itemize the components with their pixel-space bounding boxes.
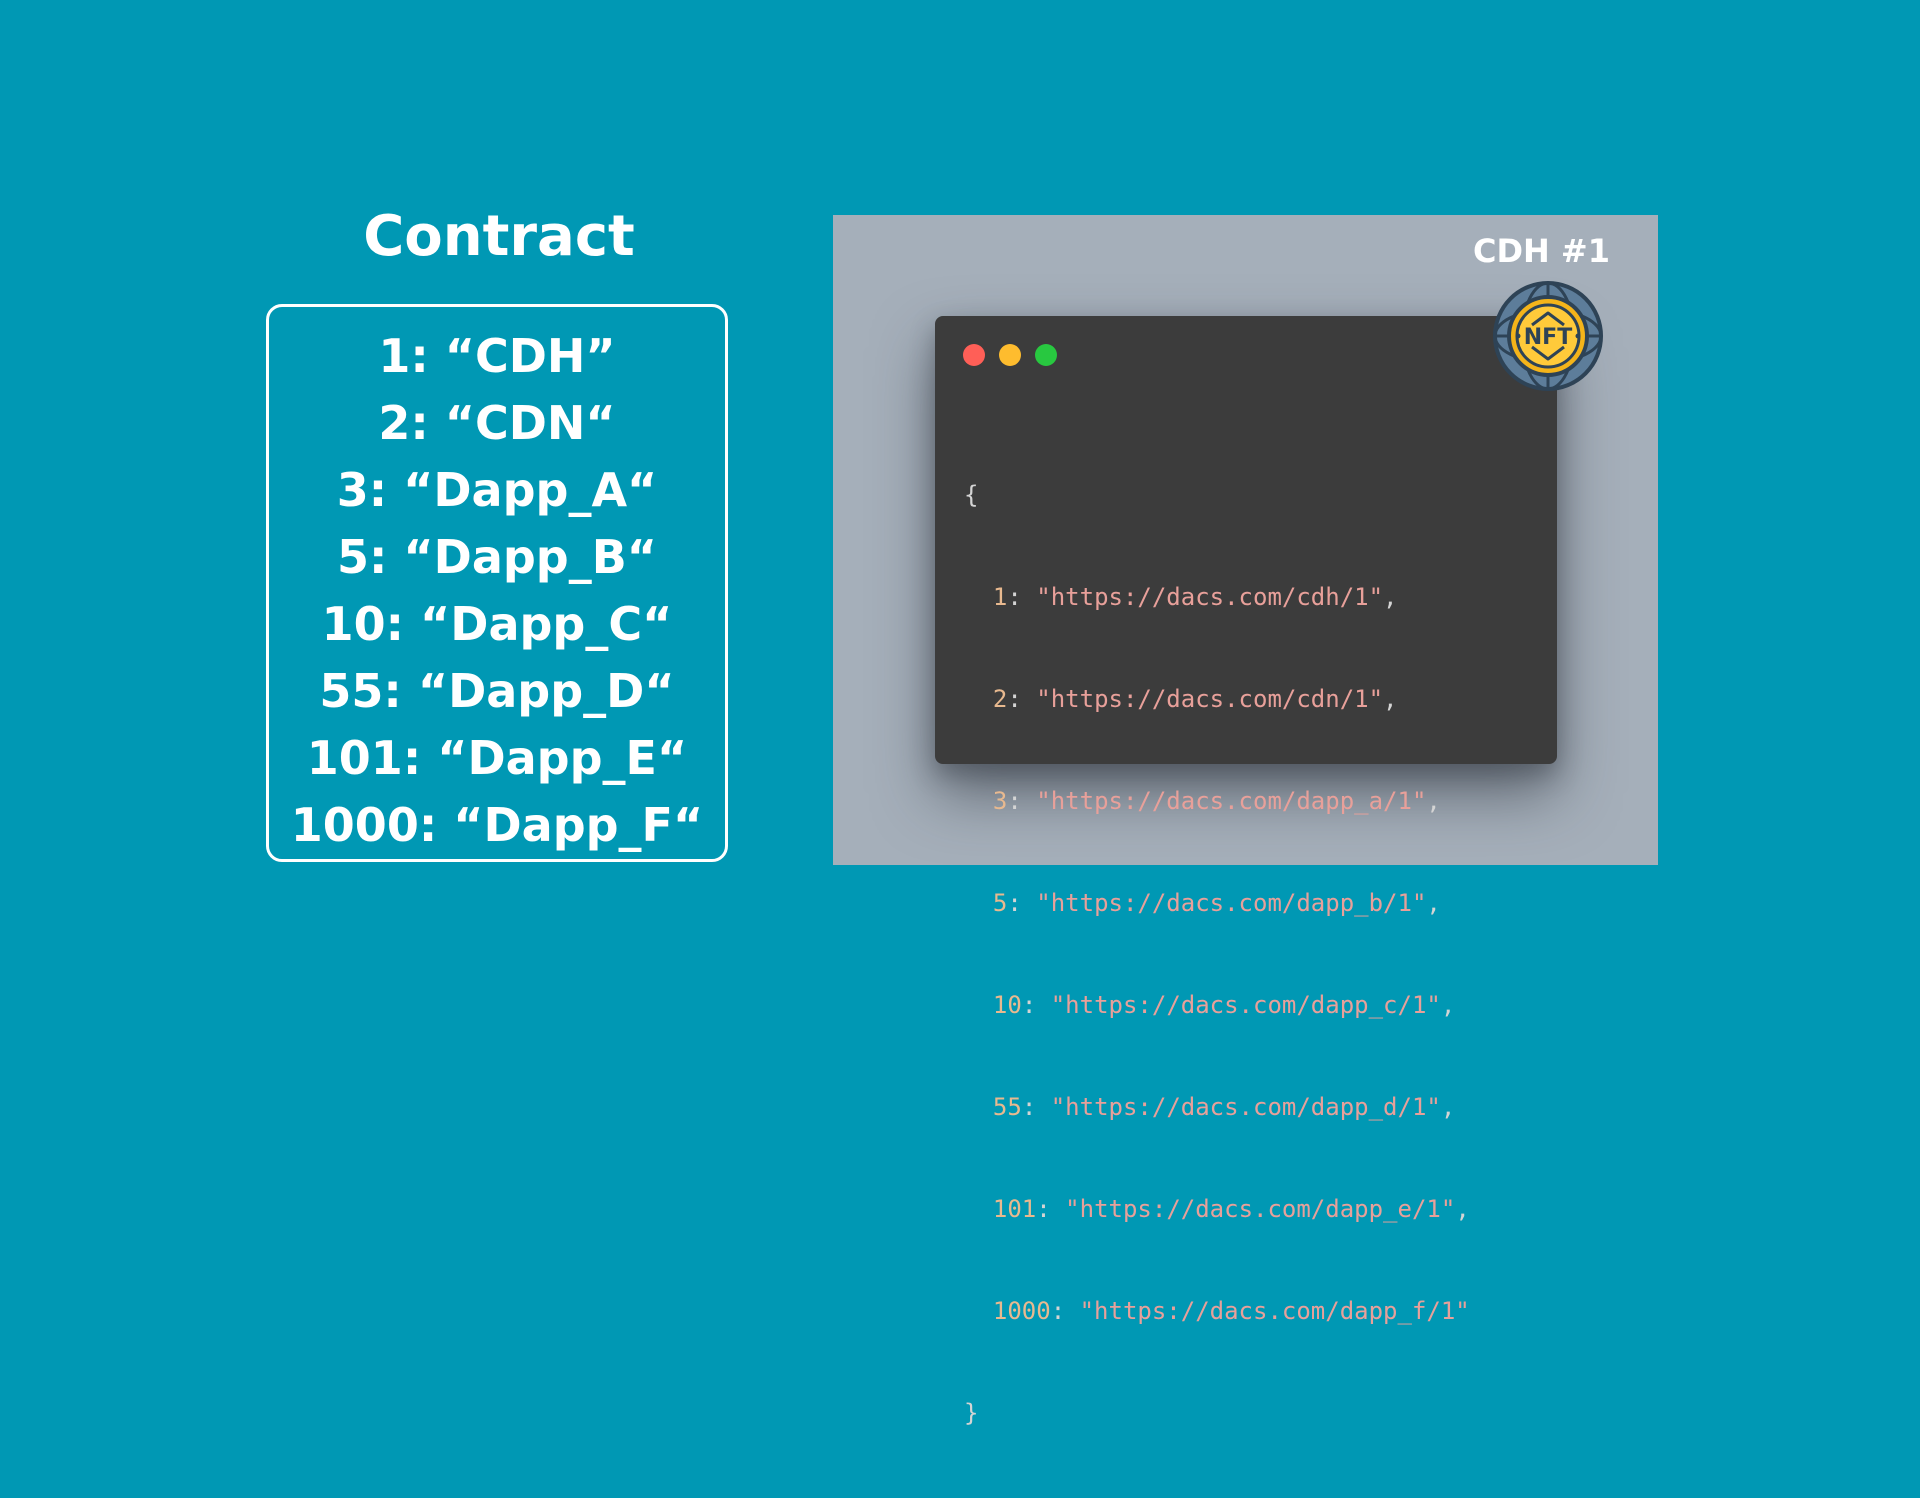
close-brace: }	[964, 1399, 979, 1427]
code-open-brace: {	[964, 478, 1470, 512]
code-value: "https://dacs.com/cdh/1"	[1036, 583, 1384, 611]
contract-title: Contract	[363, 204, 635, 269]
contract-entry: 10: “Dapp_C“	[321, 597, 673, 651]
nft-panel: CDH #1 { 1: "https://dacs.com/cdh/1", 2:…	[833, 215, 1658, 1427]
code-trail: ,	[1426, 787, 1441, 815]
code-value: "https://dacs.com/dapp_d/1"	[1050, 1093, 1441, 1121]
code-line: 3: "https://dacs.com/dapp_a/1",	[992, 787, 1441, 815]
code-key: 10	[992, 991, 1022, 1019]
maximize-dot-icon	[1035, 344, 1057, 366]
close-dot-icon	[963, 344, 985, 366]
code-trail: ,	[1455, 1195, 1470, 1223]
contract-entry: 101: “Dapp_E“	[306, 731, 688, 785]
code-close-brace: }	[964, 1396, 1470, 1430]
code-trail: ,	[1440, 1093, 1456, 1121]
code-line: 1: "https://dacs.com/cdh/1",	[992, 583, 1398, 611]
code-line: 10: "https://dacs.com/dapp_c/1",	[992, 991, 1456, 1019]
nft-badge-label: NFT	[1524, 325, 1572, 350]
contract-entry: 1000: “Dapp_F“	[290, 798, 704, 852]
contract-entry: 5: “Dapp_B“	[336, 530, 658, 584]
code-line: 1000: "https://dacs.com/dapp_f/1"	[992, 1297, 1470, 1325]
code-key: 1	[992, 583, 1008, 611]
code-trail: ,	[1440, 991, 1456, 1019]
code-value: "https://dacs.com/dapp_a/1"	[1036, 787, 1427, 815]
code-line: 55: "https://dacs.com/dapp_d/1",	[992, 1093, 1456, 1121]
code-trail: ,	[1383, 583, 1398, 611]
code-key: 101	[992, 1195, 1037, 1223]
code-trail: ,	[1426, 889, 1441, 917]
code-key: 55	[992, 1093, 1022, 1121]
code-key: 2	[992, 685, 1008, 713]
contract-box: 1: “CDH” 2: “CDN“ 3: “Dapp_A“ 5: “Dapp_B…	[266, 304, 728, 862]
code-value: "https://dacs.com/dapp_b/1"	[1036, 889, 1427, 917]
contract-entry: 55: “Dapp_D“	[319, 664, 675, 718]
code-key: 3	[992, 787, 1008, 815]
code-line: 2: "https://dacs.com/cdn/1",	[992, 685, 1398, 713]
code-key: 5	[992, 889, 1008, 917]
code-line: 101: "https://dacs.com/dapp_e/1",	[992, 1195, 1470, 1223]
code-value: "https://dacs.com/dapp_f/1"	[1079, 1297, 1470, 1325]
code-value: "https://dacs.com/dapp_e/1"	[1065, 1195, 1456, 1223]
contract-entry: 2: “CDN“	[378, 396, 616, 450]
code-value: "https://dacs.com/dapp_c/1"	[1050, 991, 1441, 1019]
contract-entry: 3: “Dapp_A“	[336, 463, 658, 517]
code-window: { 1: "https://dacs.com/cdh/1", 2: "https…	[935, 316, 1557, 1427]
contract-entry: 1: “CDH”	[378, 329, 616, 383]
code-trail: ,	[1383, 685, 1398, 713]
minimize-dot-icon	[999, 344, 1021, 366]
open-brace: {	[964, 481, 979, 509]
code-line: 5: "https://dacs.com/dapp_b/1",	[992, 889, 1441, 917]
nft-title: CDH #1	[1472, 232, 1610, 270]
code-key: 1000	[992, 1297, 1051, 1325]
code-block: { 1: "https://dacs.com/cdh/1", 2: "https…	[964, 410, 1470, 1498]
code-value: "https://dacs.com/cdn/1"	[1036, 685, 1384, 713]
nft-globe-icon: NFT	[1493, 281, 1603, 391]
